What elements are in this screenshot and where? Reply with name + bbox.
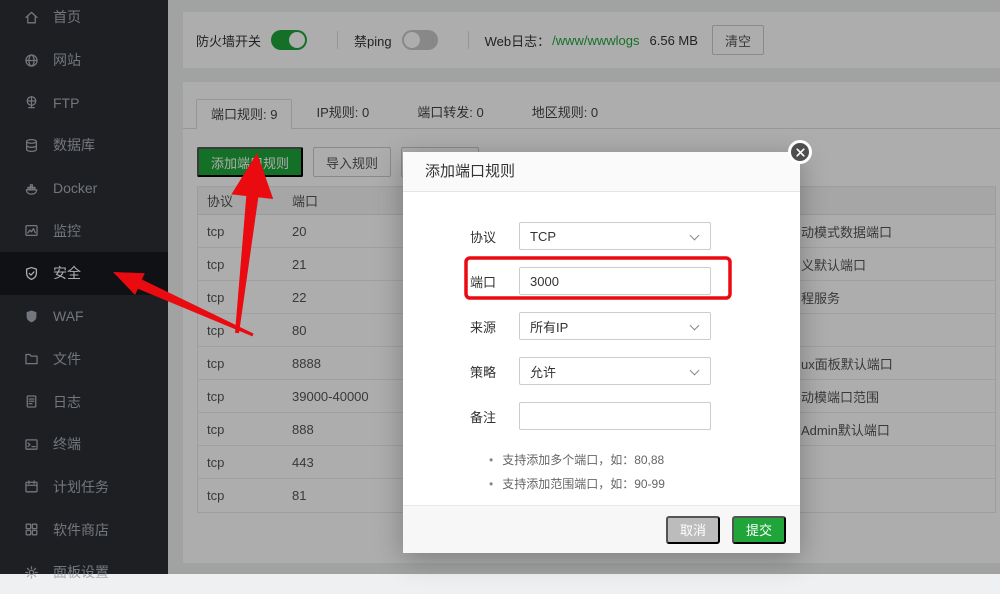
remark-input[interactable] [519, 402, 711, 430]
port-tips-list: 支持添加多个端口，如：80,88支持添加范围端口，如：90-99 [489, 448, 800, 496]
chevron-down-icon [690, 231, 700, 241]
port-text-input[interactable] [530, 268, 700, 294]
protocol-label: 协议 [403, 227, 496, 246]
submit-button[interactable]: 提交 [732, 516, 786, 544]
source-label: 来源 [403, 317, 496, 336]
protocol-select[interactable]: TCP [519, 222, 711, 250]
modal-footer: 取消 提交 [403, 505, 800, 553]
policy-selected-value: 允许 [530, 362, 556, 381]
chevron-down-icon [690, 366, 700, 376]
source-selected-value: 所有IP [530, 317, 568, 336]
close-icon[interactable] [788, 140, 812, 164]
policy-select[interactable]: 允许 [519, 357, 711, 385]
remark-field-row: 备注 [403, 402, 800, 430]
protocol-selected-value: TCP [530, 229, 556, 244]
source-select[interactable]: 所有IP [519, 312, 711, 340]
remark-text-input[interactable] [530, 403, 700, 429]
port-tip: 支持添加范围端口，如：90-99 [489, 472, 800, 496]
port-field-row: 端口 [403, 267, 800, 295]
remark-label: 备注 [403, 407, 496, 426]
source-field-row: 来源 所有IP [403, 312, 800, 340]
add-port-rule-modal: 添加端口规则 协议 TCP 端口来源 所有IP 策略 允许备注 支持添加多个端口，如：80… [403, 152, 800, 553]
port-label: 端口 [403, 272, 496, 291]
chevron-down-icon [690, 321, 700, 331]
cancel-button[interactable]: 取消 [666, 516, 720, 544]
policy-label: 策略 [403, 362, 496, 381]
modal-title: 添加端口规则 [403, 152, 800, 192]
policy-field-row: 策略 允许 [403, 357, 800, 385]
modal-body: 协议 TCP 端口来源 所有IP 策略 允许备注 支持添加多个端口，如：80,88支持添加… [403, 222, 800, 535]
port-input[interactable] [519, 267, 711, 295]
port-tip: 支持添加多个端口，如：80,88 [489, 448, 800, 472]
protocol-field-row: 协议 TCP [403, 222, 800, 250]
